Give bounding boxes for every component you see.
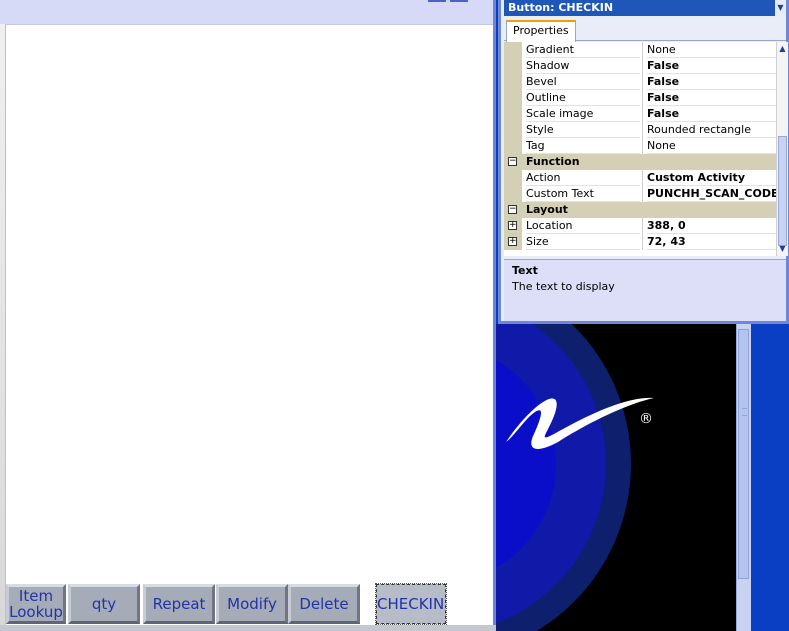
- repeat-button[interactable]: Repeat: [143, 584, 215, 624]
- property-name: Location: [526, 218, 640, 234]
- category-function[interactable]: − Function: [504, 154, 776, 170]
- property-name: Gradient: [526, 42, 640, 58]
- scrollbar-thumb[interactable]: [778, 136, 787, 246]
- property-value[interactable]: False: [647, 106, 776, 122]
- property-row[interactable]: Gradient None: [504, 42, 776, 58]
- scroll-down-icon[interactable]: ▼: [777, 242, 788, 256]
- property-value[interactable]: None: [647, 42, 776, 58]
- tab-properties[interactable]: Properties: [506, 20, 576, 42]
- property-value[interactable]: False: [647, 74, 776, 90]
- property-row[interactable]: Custom Text PUNCHH_SCAN_CODE: [504, 186, 776, 202]
- title-bar-button[interactable]: [428, 0, 446, 2]
- property-name: Outline: [526, 90, 640, 106]
- expand-icon[interactable]: +: [508, 221, 517, 230]
- property-value[interactable]: False: [647, 90, 776, 106]
- collapse-icon[interactable]: −: [508, 157, 517, 166]
- property-row[interactable]: Style Rounded rectangle: [504, 122, 776, 138]
- property-value[interactable]: Custom Activity: [647, 170, 776, 186]
- property-name: Bevel: [526, 74, 640, 90]
- property-name: Style: [526, 122, 640, 138]
- property-row[interactable]: Tag None: [504, 138, 776, 154]
- property-row[interactable]: Scale image False: [504, 106, 776, 122]
- scrollbar-thumb[interactable]: [738, 329, 749, 579]
- object-selector[interactable]: Button: CHECKIN: [504, 0, 779, 16]
- property-grid: Gradient None Shadow False Bevel False O…: [504, 42, 776, 256]
- property-row[interactable]: Shadow False: [504, 58, 776, 74]
- property-row[interactable]: Action Custom Activity: [504, 170, 776, 186]
- property-row[interactable]: + Size 72, 43: [504, 234, 776, 250]
- property-value[interactable]: None: [647, 138, 776, 154]
- title-bar-button[interactable]: [450, 0, 468, 2]
- description-title: Text: [512, 264, 538, 277]
- property-value[interactable]: Rounded rectangle: [647, 122, 776, 138]
- property-value[interactable]: 388, 0: [647, 218, 776, 234]
- property-name: Custom Text: [526, 186, 640, 202]
- property-name: Tag: [526, 138, 640, 154]
- checkin-button[interactable]: CHECKIN: [375, 583, 447, 625]
- modify-button[interactable]: Modify: [216, 584, 288, 624]
- property-description: Text The text to display: [504, 259, 786, 321]
- property-value[interactable]: 72, 43: [647, 234, 776, 250]
- property-name: Shadow: [526, 58, 640, 74]
- chevron-down-icon[interactable]: ▼: [775, 0, 786, 16]
- property-value[interactable]: PUNCHH_SCAN_CODE: [647, 186, 776, 202]
- logo-graphic: ®: [496, 324, 654, 631]
- category-label: Layout: [526, 203, 568, 216]
- scroll-up-icon[interactable]: ▲: [777, 42, 788, 56]
- canvas-left-edge: [0, 24, 6, 627]
- property-value[interactable]: False: [647, 58, 776, 74]
- registered-mark: ®: [639, 411, 653, 427]
- property-name: Action: [526, 170, 640, 186]
- property-name: Size: [526, 234, 640, 250]
- category-label: Function: [526, 155, 580, 168]
- right-scrollbar[interactable]: [736, 324, 751, 631]
- scroll-grip-icon: [742, 408, 747, 416]
- collapse-icon[interactable]: −: [508, 205, 517, 214]
- designer-canvas[interactable]: Item Lookup qty Repeat Modify Delete CHE…: [0, 0, 496, 627]
- description-text: The text to display: [512, 280, 615, 293]
- property-name: Scale image: [526, 106, 640, 122]
- properties-tabstrip: Properties: [504, 18, 786, 42]
- background-logo-area: ®: [496, 324, 736, 631]
- designer-title-bar: [0, 0, 493, 25]
- property-row[interactable]: + Location 388, 0: [504, 218, 776, 234]
- property-grid-scrollbar[interactable]: ▲ ▼: [776, 42, 788, 256]
- qty-button[interactable]: qty: [68, 584, 140, 624]
- property-row[interactable]: Bevel False: [504, 74, 776, 90]
- properties-panel: Button: CHECKIN ▼ Properties Gradient No…: [498, 0, 789, 324]
- delete-button[interactable]: Delete: [288, 584, 360, 624]
- item-lookup-button[interactable]: Item Lookup: [6, 584, 66, 624]
- canvas-bottom-strip: [0, 625, 496, 631]
- expand-icon[interactable]: +: [508, 237, 517, 246]
- property-row[interactable]: Outline False: [504, 90, 776, 106]
- category-layout[interactable]: − Layout: [504, 202, 776, 218]
